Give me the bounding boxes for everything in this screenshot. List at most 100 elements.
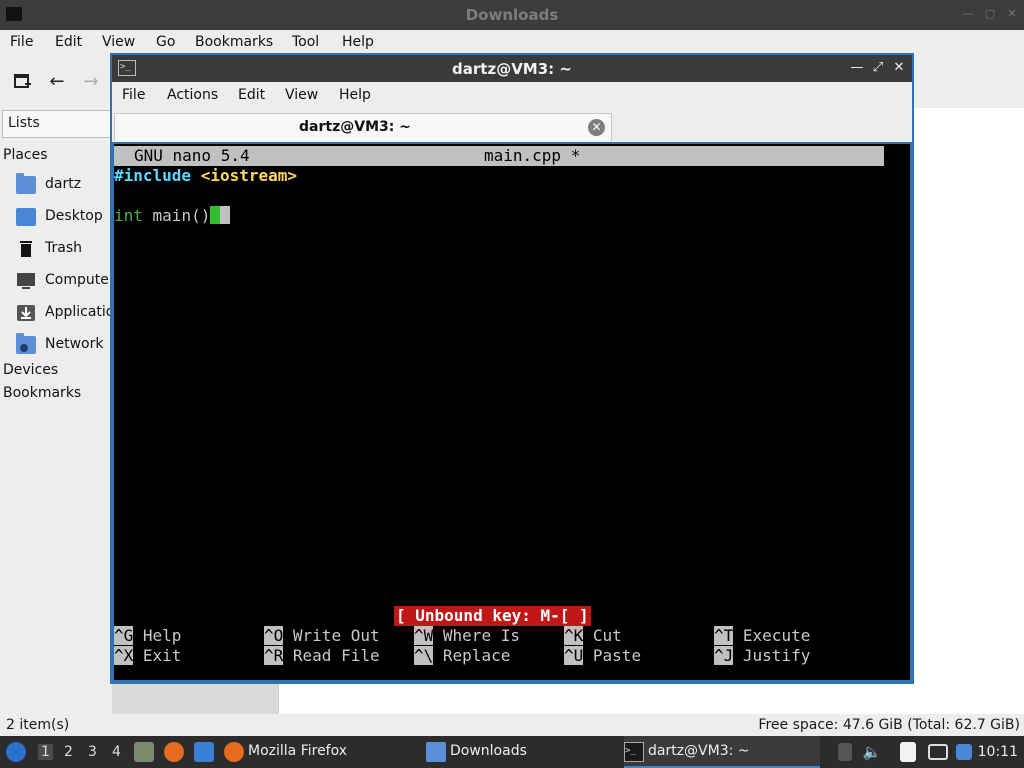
menu-actions[interactable]: Actions (167, 87, 218, 103)
folder-icon (426, 742, 446, 762)
trash-icon (16, 240, 36, 258)
desktop-launcher-icon[interactable] (194, 742, 214, 762)
sidebar-item-label: Computer (45, 272, 115, 288)
menu-view[interactable]: View (285, 87, 318, 103)
shortcut-label: Justify (742, 646, 811, 665)
files-launcher-icon[interactable] (134, 742, 154, 762)
shortcut-label: Where Is (442, 626, 520, 645)
start-menu-icon[interactable] (6, 742, 26, 762)
shortcut-paste: ^U Paste (564, 646, 641, 666)
text-cursor-shadow (220, 206, 231, 224)
minimize-icon[interactable]: — (962, 8, 974, 20)
sidebar-item-network[interactable]: Network (16, 333, 116, 358)
terminal-screen[interactable]: GNU nano 5.4 main.cpp * #include <iostre… (114, 144, 910, 680)
task-downloads[interactable]: Downloads (426, 736, 622, 768)
menu-tool[interactable]: Tool (292, 34, 319, 50)
shortcut-key: ^R (264, 646, 284, 665)
maximize-icon[interactable]: ⤢ (871, 60, 885, 75)
sidebar-mode-select[interactable]: Lists (2, 110, 114, 138)
menu-edit[interactable]: Edit (55, 34, 82, 50)
home-folder-icon (16, 173, 36, 194)
sidebar-item-dartz[interactable]: dartz (16, 173, 116, 198)
nano-status-message: [ Unbound key: M-[ ] (394, 606, 591, 626)
places-heading: Places (3, 147, 48, 163)
shortcut-exit: ^X Exit (114, 646, 181, 666)
shortcut-label: Exit (142, 646, 182, 665)
menu-help[interactable]: Help (339, 87, 371, 103)
network-status-icon[interactable] (928, 744, 948, 760)
sidebar-item-computer[interactable]: Computer (16, 270, 116, 294)
sidebar-item-label: dartz (45, 176, 82, 192)
terminal-titlebar: >_ dartz@VM3: ~ — ⤢ ✕ (112, 55, 912, 82)
bookmarks-heading[interactable]: Bookmarks (3, 385, 81, 401)
notification-icon[interactable] (956, 744, 972, 760)
shortcut-label: Read File (292, 646, 380, 665)
file-manager-title: Downloads (465, 6, 559, 24)
workspace-2[interactable]: 2 (64, 744, 73, 760)
shortcut-key: ^G (114, 626, 134, 645)
sidebar-item-trash[interactable]: Trash (16, 238, 116, 262)
terminal-title: dartz@VM3: ~ (452, 60, 572, 78)
applications-icon (16, 304, 36, 322)
sidebar-item-desktop[interactable]: Desktop (16, 206, 116, 230)
workspace-4[interactable]: 4 (112, 744, 121, 760)
scroll-indicator-icon[interactable] (838, 743, 852, 761)
workspace-1[interactable]: 1 (38, 744, 53, 760)
devices-heading[interactable]: Devices (3, 362, 58, 378)
sidebar-item-applications[interactable]: Applications (16, 302, 131, 326)
close-tab-icon[interactable]: ✕ (588, 119, 605, 136)
shortcut-label: Cut (592, 626, 622, 645)
shortcut-cut: ^K Cut (564, 626, 622, 646)
file-manager-titlebar: Downloads — ▢ ✕ (0, 0, 1024, 30)
close-icon[interactable]: ✕ (1006, 8, 1018, 20)
close-icon[interactable]: ✕ (892, 60, 906, 75)
terminal-tabbar: dartz@VM3: ~ ✕ (112, 110, 912, 142)
nano-filename: main.cpp * (484, 146, 581, 165)
minimize-icon[interactable]: — (850, 60, 864, 75)
shortcut-write-out: ^O Write Out (264, 626, 380, 646)
sidebar-item-label: Desktop (45, 208, 103, 224)
back-icon[interactable]: ← (47, 72, 67, 92)
clipboard-icon[interactable] (900, 742, 916, 762)
editor-line: #include <iostream> (114, 166, 297, 186)
volume-icon[interactable]: 🔈 (862, 742, 882, 762)
text-cursor (210, 206, 221, 224)
maximize-icon[interactable]: ▢ (984, 8, 996, 20)
tab-terminal[interactable]: dartz@VM3: ~ ✕ (114, 113, 612, 141)
sidebar-item-label: Trash (45, 240, 82, 256)
tab-label: dartz@VM3: ~ (299, 119, 411, 135)
task-firefox[interactable]: Mozilla Firefox (224, 736, 420, 768)
menu-go[interactable]: Go (156, 34, 175, 50)
code-text: main() (142, 206, 211, 225)
code-keyword: int (114, 206, 143, 225)
shortcut-label: Paste (592, 646, 642, 665)
menu-file[interactable]: File (122, 87, 145, 103)
forward-icon[interactable]: → (81, 72, 101, 92)
clock[interactable]: 10:11 (978, 744, 1018, 760)
task-label: dartz@VM3: ~ (648, 743, 750, 759)
code-directive: #include (114, 166, 192, 185)
workspace-3[interactable]: 3 (88, 744, 97, 760)
editor-line: int main() (114, 206, 231, 226)
shortcut-justify: ^J Justify (714, 646, 810, 666)
shortcut-label: Write Out (292, 626, 380, 645)
task-terminal[interactable]: >_ dartz@VM3: ~ (624, 736, 820, 768)
shortcut-read-file: ^R Read File (264, 646, 380, 666)
shortcut-key: ^W (414, 626, 434, 645)
task-label: Downloads (450, 743, 527, 759)
shortcut-label: Help (142, 626, 182, 645)
shortcut-label: Replace (442, 646, 511, 665)
new-tab-icon[interactable] (13, 72, 33, 92)
menu-edit[interactable]: Edit (238, 87, 265, 103)
menu-help[interactable]: Help (342, 34, 374, 50)
firefox-launcher-icon[interactable] (164, 742, 184, 762)
shortcut-key: ^O (264, 626, 284, 645)
taskbar: 1 2 3 4 Mozilla Firefox Downloads >_ dar… (0, 736, 1024, 768)
shortcut-replace: ^\ Replace (414, 646, 510, 666)
shortcut-help: ^G Help (114, 626, 181, 646)
file-manager-statusbar: 2 item(s) Free space: 47.6 GiB (Total: 6… (0, 714, 1024, 736)
menu-view[interactable]: View (102, 34, 135, 50)
free-space: Free space: 47.6 GiB (Total: 62.7 GiB) (758, 717, 1020, 733)
menu-bookmarks[interactable]: Bookmarks (195, 34, 273, 50)
menu-file[interactable]: File (10, 34, 33, 50)
